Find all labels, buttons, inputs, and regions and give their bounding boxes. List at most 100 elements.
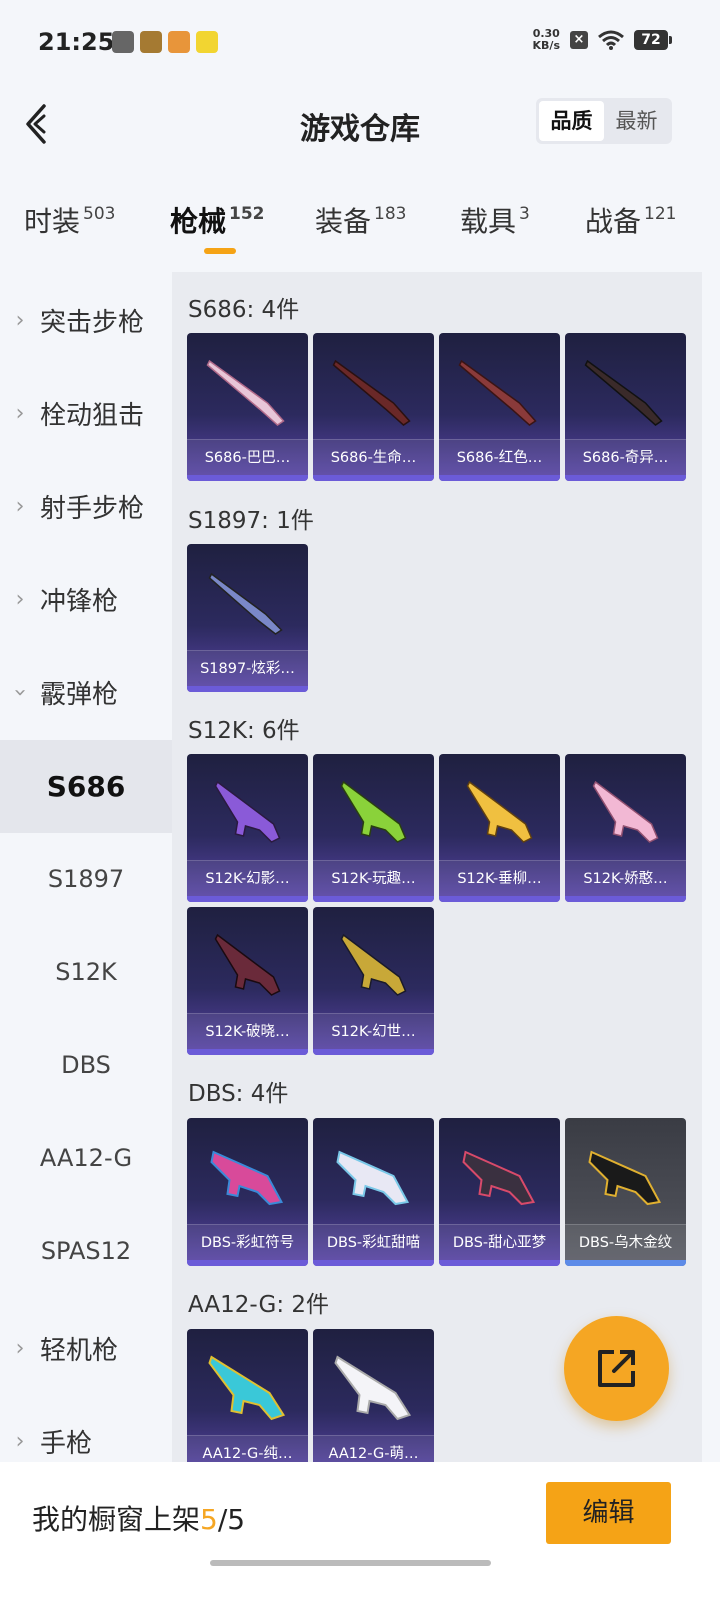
weapon-name: S686-生命… bbox=[313, 439, 434, 475]
group-title-s1897: S1897: 1件 bbox=[188, 508, 314, 534]
weapon-name: S12K-破晓… bbox=[187, 1013, 308, 1049]
app-notification-icon bbox=[168, 31, 190, 53]
weapon-name: DBS-彩虹符号 bbox=[187, 1224, 308, 1260]
weapon-card[interactable]: DBS-乌木金纹 bbox=[565, 1118, 686, 1266]
sidebar-item-label: 手枪 bbox=[40, 1428, 93, 1459]
weapon-card[interactable]: S12K-玩趣… bbox=[313, 754, 434, 902]
tab-vehicles[interactable]: 载具 3 bbox=[460, 200, 530, 240]
sidebar-sub-s1897[interactable]: S1897 bbox=[0, 833, 172, 926]
rarity-bar bbox=[187, 475, 308, 481]
chevron-right-icon: › bbox=[15, 493, 25, 519]
chevron-right-icon: › bbox=[15, 1335, 25, 1361]
sidebar-item-bolt-sniper[interactable]: › 栓动狙击 bbox=[0, 383, 172, 443]
category-tabs: 时装 503 枪械 152 装备 183 载具 3 战备 121 bbox=[0, 190, 720, 270]
sidebar-sub-dbs[interactable]: DBS bbox=[0, 1019, 172, 1112]
weapon-name: S1897-炫彩… bbox=[187, 650, 308, 686]
rifle-skin-icon bbox=[592, 780, 659, 843]
game-notification-icon bbox=[140, 31, 162, 53]
tab-label: 装备 bbox=[315, 205, 372, 238]
weapon-card[interactable]: S1897-炫彩… bbox=[187, 544, 308, 692]
weapon-card[interactable]: DBS-彩虹甜喵 bbox=[313, 1118, 434, 1266]
shotgun-skin-icon bbox=[332, 359, 411, 426]
sidebar-item-label: 霰弹枪 bbox=[40, 679, 119, 710]
tab-equipment[interactable]: 装备 183 bbox=[315, 200, 406, 240]
notification-icons bbox=[112, 31, 218, 53]
rarity-bar bbox=[187, 896, 308, 902]
chevron-down-icon: › bbox=[7, 687, 33, 697]
group-title-s686: S686: 4件 bbox=[188, 297, 300, 323]
auto-shotgun-skin-icon bbox=[334, 1355, 412, 1421]
sidebar-item-label: 栓动狙击 bbox=[40, 400, 145, 431]
weapon-card[interactable]: DBS-彩虹符号 bbox=[187, 1118, 308, 1266]
sidebar-item-smg[interactable]: › 冲锋枪 bbox=[0, 569, 172, 629]
sidebar-item-assault-rifle[interactable]: › 突击步枪 bbox=[0, 290, 172, 350]
rarity-bar bbox=[439, 475, 560, 481]
rarity-bar bbox=[439, 1260, 560, 1266]
weapon-card[interactable]: S12K-娇憨… bbox=[565, 754, 686, 902]
chevron-right-icon: › bbox=[15, 400, 25, 426]
sidebar-item-shotgun[interactable]: › 霰弹枪 bbox=[0, 662, 172, 722]
status-right: 0.30 KB/s × 72 bbox=[533, 28, 672, 52]
sort-by-quality-button[interactable]: 品质 bbox=[539, 101, 604, 141]
tab-count: 183 bbox=[374, 204, 407, 224]
rarity-bar bbox=[313, 1260, 434, 1266]
showcase-current: 5 bbox=[200, 1503, 218, 1536]
share-button[interactable] bbox=[564, 1316, 669, 1421]
rifle-skin-icon bbox=[214, 933, 281, 996]
bottom-bar: 我的橱窗上架5/5 编辑 bbox=[0, 1462, 720, 1608]
weapon-card[interactable]: S686-巴巴… bbox=[187, 333, 308, 481]
showcase-label: 我的橱窗上架 bbox=[32, 1503, 201, 1536]
sidebar-item-label: 突击步枪 bbox=[40, 307, 145, 338]
weapon-card[interactable]: S686-奇异… bbox=[565, 333, 686, 481]
weapon-name: S686-红色… bbox=[439, 439, 560, 475]
weapon-sidebar: › 突击步枪 › 栓动狙击 › 射手步枪 › 冲锋枪 › 霰弹枪 S686 S1897 S… bbox=[0, 272, 172, 1462]
sidebar-sub-spas12[interactable]: SPAS12 bbox=[0, 1205, 172, 1298]
tab-count: 503 bbox=[83, 204, 116, 224]
rarity-bar bbox=[187, 686, 308, 692]
weapon-card[interactable]: S12K-破晓… bbox=[187, 907, 308, 1055]
weapon-card[interactable]: AA12-G-纯… bbox=[187, 1329, 308, 1462]
weapon-name: S12K-娇憨… bbox=[565, 860, 686, 896]
rifle-skin-icon bbox=[340, 780, 407, 843]
bullpup-skin-icon bbox=[462, 1150, 536, 1206]
weapon-card[interactable]: S12K-幻影… bbox=[187, 754, 308, 902]
weapon-card[interactable]: S12K-幻世… bbox=[313, 907, 434, 1055]
net-speed: 0.30 KB/s bbox=[533, 28, 560, 52]
weapon-name: DBS-彩虹甜喵 bbox=[313, 1224, 434, 1260]
sort-by-newest-button[interactable]: 最新 bbox=[604, 101, 669, 141]
sidebar-sub-aa12g[interactable]: AA12-G bbox=[0, 1112, 172, 1205]
tab-count: 3 bbox=[519, 204, 530, 224]
weapon-card[interactable]: S686-生命… bbox=[313, 333, 434, 481]
weapon-card[interactable]: AA12-G-萌… bbox=[313, 1329, 434, 1462]
rarity-bar bbox=[439, 896, 560, 902]
rarity-bar bbox=[565, 1260, 686, 1266]
edit-button[interactable]: 编辑 bbox=[546, 1482, 671, 1544]
sidebar-sub-s686[interactable]: S686 bbox=[0, 740, 172, 833]
rarity-bar bbox=[187, 1260, 308, 1266]
chevron-right-icon: › bbox=[15, 586, 25, 612]
showcase-total: /5 bbox=[217, 1503, 246, 1536]
tab-label: 枪械 bbox=[170, 205, 227, 238]
tab-guns[interactable]: 枪械 152 bbox=[170, 200, 265, 240]
sidebar-item-marksman-rifle[interactable]: › 射手步枪 bbox=[0, 476, 172, 536]
home-indicator[interactable] bbox=[210, 1560, 491, 1566]
tab-label: 战备 bbox=[585, 205, 642, 238]
weapon-name: AA12-G-纯… bbox=[187, 1435, 308, 1462]
group-title-dbs: DBS: 4件 bbox=[188, 1081, 289, 1107]
battery-icon: 72 bbox=[634, 30, 672, 50]
shotgun-skin-icon bbox=[208, 572, 283, 635]
weapon-name: DBS-乌木金纹 bbox=[565, 1224, 686, 1260]
tab-fashion[interactable]: 时装 503 bbox=[24, 200, 115, 240]
sidebar-sub-s12k[interactable]: S12K bbox=[0, 926, 172, 1019]
weapon-name: AA12-G-萌… bbox=[313, 1435, 434, 1462]
shotgun-skin-icon bbox=[458, 359, 537, 426]
weapon-card[interactable]: S12K-垂柳… bbox=[439, 754, 560, 902]
bullpup-skin-icon bbox=[210, 1150, 284, 1206]
weapon-name: DBS-甜心亚梦 bbox=[439, 1224, 560, 1260]
tab-count: 152 bbox=[229, 204, 265, 224]
rarity-bar bbox=[313, 1049, 434, 1055]
tab-supplies[interactable]: 战备 121 bbox=[585, 200, 676, 240]
weapon-card[interactable]: S686-红色… bbox=[439, 333, 560, 481]
weapon-card[interactable]: DBS-甜心亚梦 bbox=[439, 1118, 560, 1266]
sidebar-item-lmg[interactable]: › 轻机枪 bbox=[0, 1318, 172, 1378]
